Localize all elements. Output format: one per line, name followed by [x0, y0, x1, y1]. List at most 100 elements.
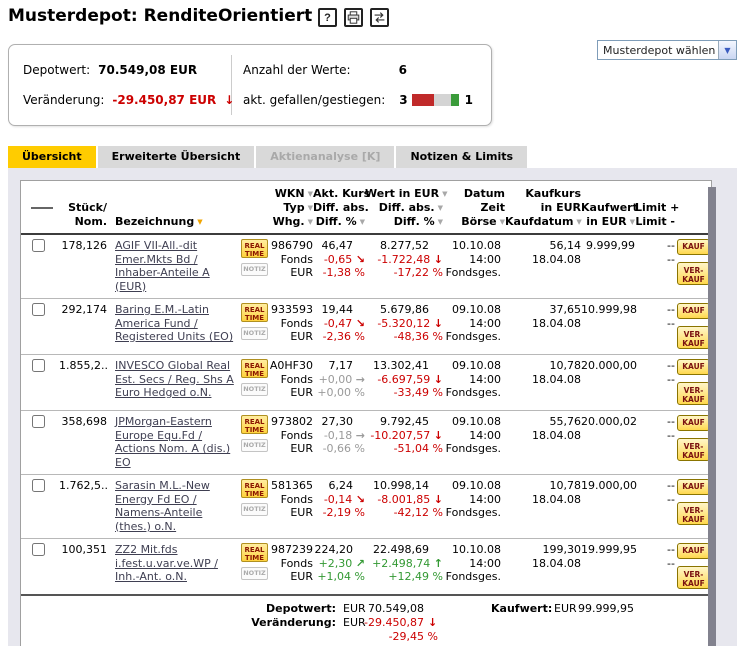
row-checkbox[interactable]	[32, 415, 45, 428]
th-wkn[interactable]: WKN Typ Whg.	[269, 187, 313, 229]
realtime-badge[interactable]: REAL TIME	[241, 239, 268, 258]
print-button[interactable]	[344, 8, 363, 27]
trend-arrow-icon: ↘	[356, 493, 365, 506]
down-arrow-icon: ↓	[428, 616, 437, 630]
tab-aktienanalyse: Aktienanalyse [K]	[256, 146, 394, 168]
fund-link[interactable]: ZZ2 Mit.fds i.fest.u.var.ve.WP / Inh.-An…	[115, 543, 218, 583]
realtime-badge[interactable]: REAL TIME	[241, 303, 268, 322]
verkauf-button[interactable]: VER- KAUF	[677, 502, 710, 525]
scrollbar-thumb[interactable]	[708, 187, 716, 646]
kauf-button[interactable]: KAUF	[677, 479, 710, 495]
table-row: 100,351 ZZ2 Mit.fds i.fest.u.var.ve.WP /…	[21, 539, 711, 594]
limit-cell: -- --	[635, 239, 675, 293]
row-checkbox[interactable]	[32, 303, 45, 316]
realtime-badge[interactable]: REAL TIME	[241, 479, 268, 498]
shares-count: 292,174	[59, 303, 107, 349]
kauf-button[interactable]: KAUF	[677, 359, 710, 375]
depot-summary-box: Depotwert: 70.549,08 EUR Veränderung: -2…	[8, 44, 492, 126]
table-row: 358,698 JPMorgan-Eastern Europe Equ.Fd /…	[21, 411, 711, 475]
bar-red-segment	[412, 94, 434, 106]
verkauf-button[interactable]: VER- KAUF	[677, 326, 710, 349]
kaufwert-cell: 20.000,00	[581, 359, 635, 405]
risen-count: 1	[465, 93, 473, 107]
kurs-cell: 6,24 -0,14 ↘ -2,19 %	[313, 479, 365, 533]
row-checkbox[interactable]	[32, 359, 45, 372]
row-checkbox[interactable]	[32, 239, 45, 252]
datum-cell: 10.10.08 14:00 Fondsges.	[443, 239, 505, 293]
limit-cell: -- --	[635, 415, 675, 469]
kauf-button[interactable]: KAUF	[677, 543, 710, 559]
trend-arrow-icon: ↓	[434, 253, 443, 266]
help-button[interactable]: ?	[318, 8, 337, 27]
tab-erweiterte-uebersicht[interactable]: Erweiterte Übersicht	[98, 146, 255, 168]
depotwert-value: 70.549,08 EUR	[98, 63, 197, 77]
shares-count: 1.762,5..	[59, 479, 107, 533]
verkauf-button[interactable]: VER- KAUF	[677, 566, 710, 589]
fallen-count: 3	[399, 93, 407, 107]
kurs-cell: 224,20 +2,30 ↗ +1,04 %	[313, 543, 365, 589]
limit-cell: -- --	[635, 479, 675, 533]
kaufkurs-cell: 10,78 18.04.08	[505, 359, 581, 405]
kauf-button[interactable]: KAUF	[677, 303, 710, 319]
verkauf-button[interactable]: VER- KAUF	[677, 438, 710, 461]
kurs-cell: 46,47 -0,65 ↘ -1,38 %	[313, 239, 365, 293]
table-row: 178,126 AGIF VII-All.-dit Emer.Mkts Bd /…	[21, 235, 711, 299]
bar-gray-segment	[434, 94, 451, 106]
notiz-badge[interactable]: NOTIZ	[241, 327, 268, 340]
limit-cell: -- --	[635, 359, 675, 405]
kurs-cell: 7,17 +0,00 → +0,00 %	[313, 359, 365, 405]
kaufwert-cell: 9.999,99	[581, 239, 635, 293]
kauf-button[interactable]: KAUF	[677, 239, 710, 255]
wkn-cell: 933593 Fonds EUR	[269, 303, 313, 349]
notiz-badge[interactable]: NOTIZ	[241, 383, 268, 396]
realtime-badge[interactable]: REAL TIME	[241, 359, 268, 378]
th-wert[interactable]: Wert in EUR Diff. abs. Diff. %	[365, 187, 443, 229]
notiz-badge[interactable]: NOTIZ	[241, 263, 268, 276]
th-akt-kurs[interactable]: Akt. Kurs Diff. abs. Diff. %	[313, 187, 365, 229]
shares-count: 178,126	[59, 239, 107, 293]
kauf-button[interactable]: KAUF	[677, 415, 710, 431]
notiz-badge[interactable]: NOTIZ	[241, 567, 268, 580]
realtime-badge[interactable]: REAL TIME	[241, 415, 268, 434]
th-datum[interactable]: Datum Zeit Börse	[443, 187, 505, 229]
table-header: Stück/ Nom. Bezeichnung WKN Typ Whg. Akt…	[21, 181, 711, 235]
shares-count: 1.855,2..	[59, 359, 107, 405]
datum-cell: 09.10.08 14:00 Fondsges.	[443, 303, 505, 349]
wert-cell: 9.792,45 -10.207,57 ↓ -51,04 %	[365, 415, 443, 469]
fund-link[interactable]: INVESCO Global Real Est. Secs / Reg. Shs…	[115, 359, 234, 399]
fund-link[interactable]: Sarasin M.L.-New Energy Fd EO / Namens-A…	[115, 479, 210, 533]
tab-bar: Übersicht Erweiterte Übersicht Aktienana…	[8, 146, 527, 168]
table-body: 178,126 AGIF VII-All.-dit Emer.Mkts Bd /…	[21, 235, 711, 594]
trend-arrow-icon: ↓	[434, 373, 443, 386]
datum-cell: 09.10.08 14:00 Fondsges.	[443, 479, 505, 533]
notiz-badge[interactable]: NOTIZ	[241, 439, 268, 452]
wkn-cell: 986790 Fonds EUR	[269, 239, 313, 293]
trend-arrow-icon: ↓	[434, 317, 443, 330]
notiz-badge[interactable]: NOTIZ	[241, 503, 268, 516]
depot-select[interactable]: Musterdepot wählen ▼	[597, 40, 737, 60]
wkn-cell: 581365 Fonds EUR	[269, 479, 313, 533]
trend-arrow-icon: ↓	[434, 493, 443, 506]
row-checkbox[interactable]	[32, 543, 45, 556]
depot-select-value: Musterdepot wählen	[598, 44, 718, 57]
fund-link[interactable]: Baring E.M.-Latin America Fund / Registe…	[115, 303, 233, 343]
th-kaufwert[interactable]: Kaufwert in EUR	[581, 187, 635, 229]
tab-uebersicht[interactable]: Übersicht	[8, 146, 96, 168]
kaufwert-cell: 20.000,02	[581, 415, 635, 469]
content-area: Stück/ Nom. Bezeichnung WKN Typ Whg. Akt…	[8, 168, 737, 646]
refresh-button[interactable]	[370, 8, 389, 27]
verkauf-button[interactable]: VER- KAUF	[677, 382, 710, 405]
tab-notizen-limits[interactable]: Notizen & Limits	[396, 146, 527, 168]
anzahl-value: 6	[399, 63, 407, 77]
table-row: 292,174 Baring E.M.-Latin America Fund /…	[21, 299, 711, 355]
fund-link[interactable]: AGIF VII-All.-dit Emer.Mkts Bd / Inhaber…	[115, 239, 210, 293]
page-title: Musterdepot: RenditeOrientiert	[8, 6, 312, 26]
table-footer: Depotwert: EUR 70.549,08 Kaufwert: EUR 9…	[21, 594, 711, 652]
th-kaufkurs[interactable]: Kaufkurs in EUR Kaufdatum	[505, 187, 581, 229]
chevron-down-icon[interactable]: ▼	[718, 41, 736, 59]
fund-link[interactable]: JPMorgan-Eastern Europe Equ.Fd / Actions…	[115, 415, 230, 469]
row-checkbox[interactable]	[32, 479, 45, 492]
realtime-badge[interactable]: REAL TIME	[241, 543, 268, 562]
th-bezeichnung[interactable]: Bezeichnung	[115, 187, 237, 229]
verkauf-button[interactable]: VER- KAUF	[677, 262, 710, 285]
